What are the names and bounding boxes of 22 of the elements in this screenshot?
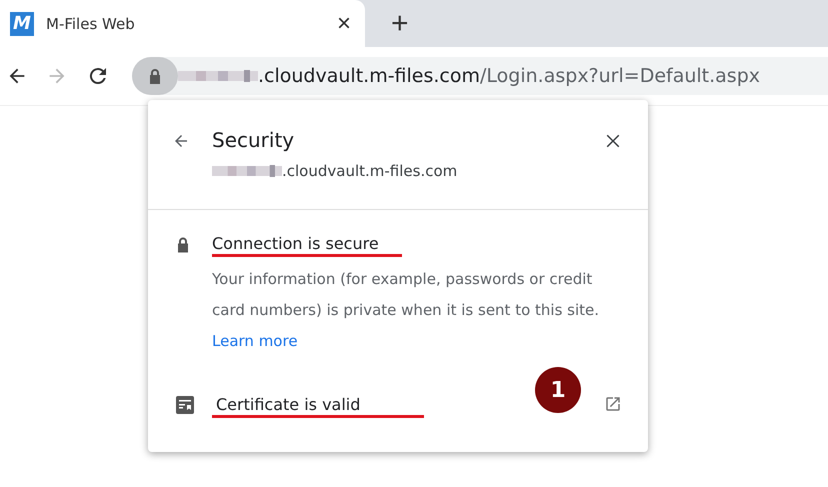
url-path: /Login.aspx?url=Default.aspx bbox=[480, 65, 760, 87]
connection-status: Connection is secure bbox=[212, 234, 380, 253]
connection-description: Your information (for example, passwords or credit card numbers) is private when it is sent to this site. Learn more bbox=[212, 269, 600, 352]
url-domain: .cloudvault.m-files.com bbox=[258, 65, 480, 87]
close-icon bbox=[604, 132, 622, 150]
popup-title: Security bbox=[212, 128, 296, 152]
browser-tab[interactable]: M M-Files Web × bbox=[0, 0, 365, 47]
redacted-text bbox=[212, 163, 282, 179]
certificate-icon bbox=[176, 396, 194, 414]
annotation-number: 1 bbox=[535, 367, 581, 413]
favicon: M bbox=[10, 12, 34, 36]
learn-more-link[interactable]: Learn more bbox=[212, 332, 298, 350]
lock-icon bbox=[148, 68, 162, 84]
new-tab-button[interactable]: + bbox=[385, 0, 415, 47]
tab-title: M-Files Web bbox=[46, 14, 136, 32]
address-bar[interactable]: .cloudvault.m-files.com/Login.aspx?url=Default.aspx bbox=[132, 57, 828, 95]
site-address: .cloudvault.m-files.com bbox=[282, 162, 458, 180]
close-tab-button[interactable]: × bbox=[332, 10, 355, 38]
lock-icon bbox=[176, 236, 190, 253]
close-button[interactable] bbox=[604, 132, 622, 150]
external-link-icon[interactable] bbox=[604, 395, 622, 413]
site-info-button[interactable] bbox=[132, 57, 178, 95]
